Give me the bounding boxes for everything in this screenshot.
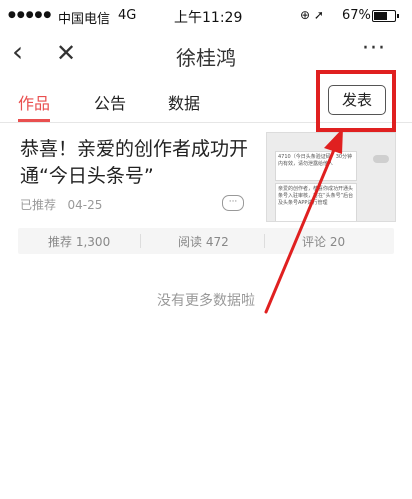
annotation-arrow: [264, 128, 343, 314]
arrow-shaft: [264, 143, 338, 314]
arrow-head: [324, 128, 343, 154]
